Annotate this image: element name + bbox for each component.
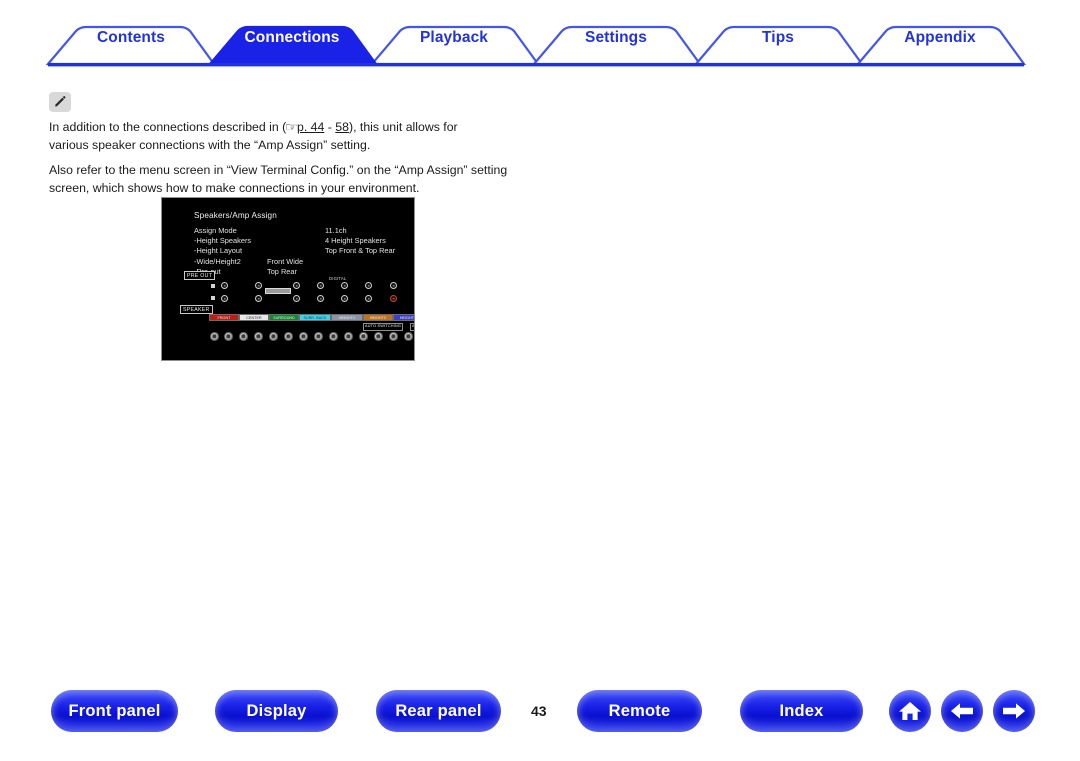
terminal-marker — [211, 284, 215, 288]
note-text-lead: In addition to the connections described… — [49, 120, 287, 134]
arrow-left-icon[interactable] — [941, 690, 983, 732]
osd-row-key: -Height Speakers — [194, 236, 252, 246]
preout-jack-red — [390, 295, 397, 302]
note-paragraph-2: various speaker connections with the “Am… — [49, 138, 371, 153]
band-label: HEIGHT1 — [338, 315, 356, 320]
preout-jack — [365, 295, 372, 302]
binding-post — [284, 332, 293, 341]
pre-out-label: PRE OUT — [184, 271, 216, 280]
preout-jack — [293, 282, 300, 289]
osd-row-value: 4 Height Speakers — [325, 236, 386, 246]
preout-jack — [341, 295, 348, 302]
tab-appendix[interactable]: Appendix — [904, 29, 975, 47]
preout-jack — [390, 282, 397, 289]
pointing-hand-icon: ☞ — [284, 120, 298, 134]
tab-connections[interactable]: Connections — [245, 29, 340, 47]
band-height2: HEIGHT2 — [363, 314, 393, 321]
tab-playback[interactable]: Playback — [420, 29, 488, 47]
osd-screenshot: Speakers/Amp Assign Assign Mode 11.1ch -… — [161, 197, 415, 361]
pencil-icon — [49, 92, 71, 112]
terminal-diagram: PRE OUT SPEAKER DIGITAL DIGITAL HDMI — [162, 268, 415, 360]
binding-post — [404, 332, 413, 341]
band-surround-back: SURR. BACK — [299, 314, 331, 321]
note-paragraph-3: Also refer to the menu screen in “View T… — [49, 162, 508, 177]
preout-jack — [341, 282, 348, 289]
note-paragraph-1: In addition to the connections described… — [49, 119, 669, 135]
band-surround: SURROUND — [269, 314, 299, 321]
page-number: 43 — [531, 703, 547, 719]
preout-jack — [317, 282, 324, 289]
binding-post — [374, 332, 383, 341]
binding-post — [359, 332, 368, 341]
preout-jack — [365, 282, 372, 289]
binding-post — [224, 332, 233, 341]
osd-row-key: -Wide/Height2 — [194, 256, 241, 266]
osd-title: Speakers/Amp Assign — [194, 211, 277, 220]
band-label: CENTER — [246, 315, 262, 320]
home-icon[interactable] — [889, 690, 931, 732]
hdmi-connector — [265, 288, 291, 294]
binding-post — [314, 332, 323, 341]
arrow-right-icon[interactable] — [993, 690, 1035, 732]
osd-row-key: -Height Layout — [194, 246, 243, 256]
page-link-44[interactable]: p. 44 — [297, 120, 324, 134]
preout-jack — [255, 282, 262, 289]
binding-post — [329, 332, 338, 341]
note-block: In addition to the connections described… — [49, 92, 669, 199]
binding-post — [389, 332, 398, 341]
tab-tips[interactable]: Tips — [762, 29, 794, 47]
osd-row-value: Top Front & Top Rear — [325, 246, 396, 256]
binding-post — [344, 332, 353, 341]
binding-post — [210, 332, 219, 341]
terminal-marker — [211, 296, 215, 300]
digital-label: DIGITAL — [329, 276, 347, 281]
top-tab-bar: Contents Connections Playback Settings T… — [0, 0, 1080, 70]
band-label: HEIGHT3 — [399, 315, 415, 320]
band-label: HEIGHT2 — [369, 315, 387, 320]
page-link-58[interactable]: 58 — [335, 120, 349, 134]
auto-switching-label-left: AUTO SWITCHING — [363, 323, 404, 331]
band-label: SURROUND — [273, 315, 295, 320]
preout-jack — [221, 282, 228, 289]
binding-post — [299, 332, 308, 341]
note-dash: - — [324, 120, 336, 134]
binding-post — [269, 332, 278, 341]
preout-jack — [221, 295, 228, 302]
index-button[interactable]: Index — [740, 690, 863, 732]
auto-switching-label-right: AUTO SWITCHING — [410, 323, 414, 331]
band-front: FRONT — [209, 314, 239, 321]
band-height1: HEIGHT1 — [331, 314, 363, 321]
remote-button[interactable]: Remote — [577, 690, 702, 732]
binding-post — [239, 332, 248, 341]
display-button[interactable]: Display — [215, 690, 338, 732]
note-text-trail: ), this unit allows for — [348, 120, 458, 134]
band-height3: HEIGHT3 — [393, 314, 415, 321]
band-center: CENTER — [239, 314, 269, 321]
front-panel-button[interactable]: Front panel — [51, 690, 178, 732]
preout-jack — [317, 295, 324, 302]
tab-contents[interactable]: Contents — [97, 29, 165, 47]
speaker-label: SPEAKER — [180, 305, 213, 314]
band-label: FRONT — [217, 315, 231, 320]
binding-post — [254, 332, 263, 341]
preout-jack — [293, 295, 300, 302]
footer-nav: Front panel Display Rear panel 43 Remote… — [0, 690, 1080, 750]
tab-settings[interactable]: Settings — [585, 29, 647, 47]
rear-panel-button[interactable]: Rear panel — [376, 690, 501, 732]
osd-row-value: 11.1ch — [325, 226, 347, 235]
note-paragraph-4: screen, which shows how to make connecti… — [49, 181, 420, 196]
band-label: SURR. BACK — [303, 315, 327, 320]
preout-jack — [255, 295, 262, 302]
osd-row-inline: Front Wide — [267, 256, 304, 266]
osd-row-key: Assign Mode — [194, 226, 237, 235]
